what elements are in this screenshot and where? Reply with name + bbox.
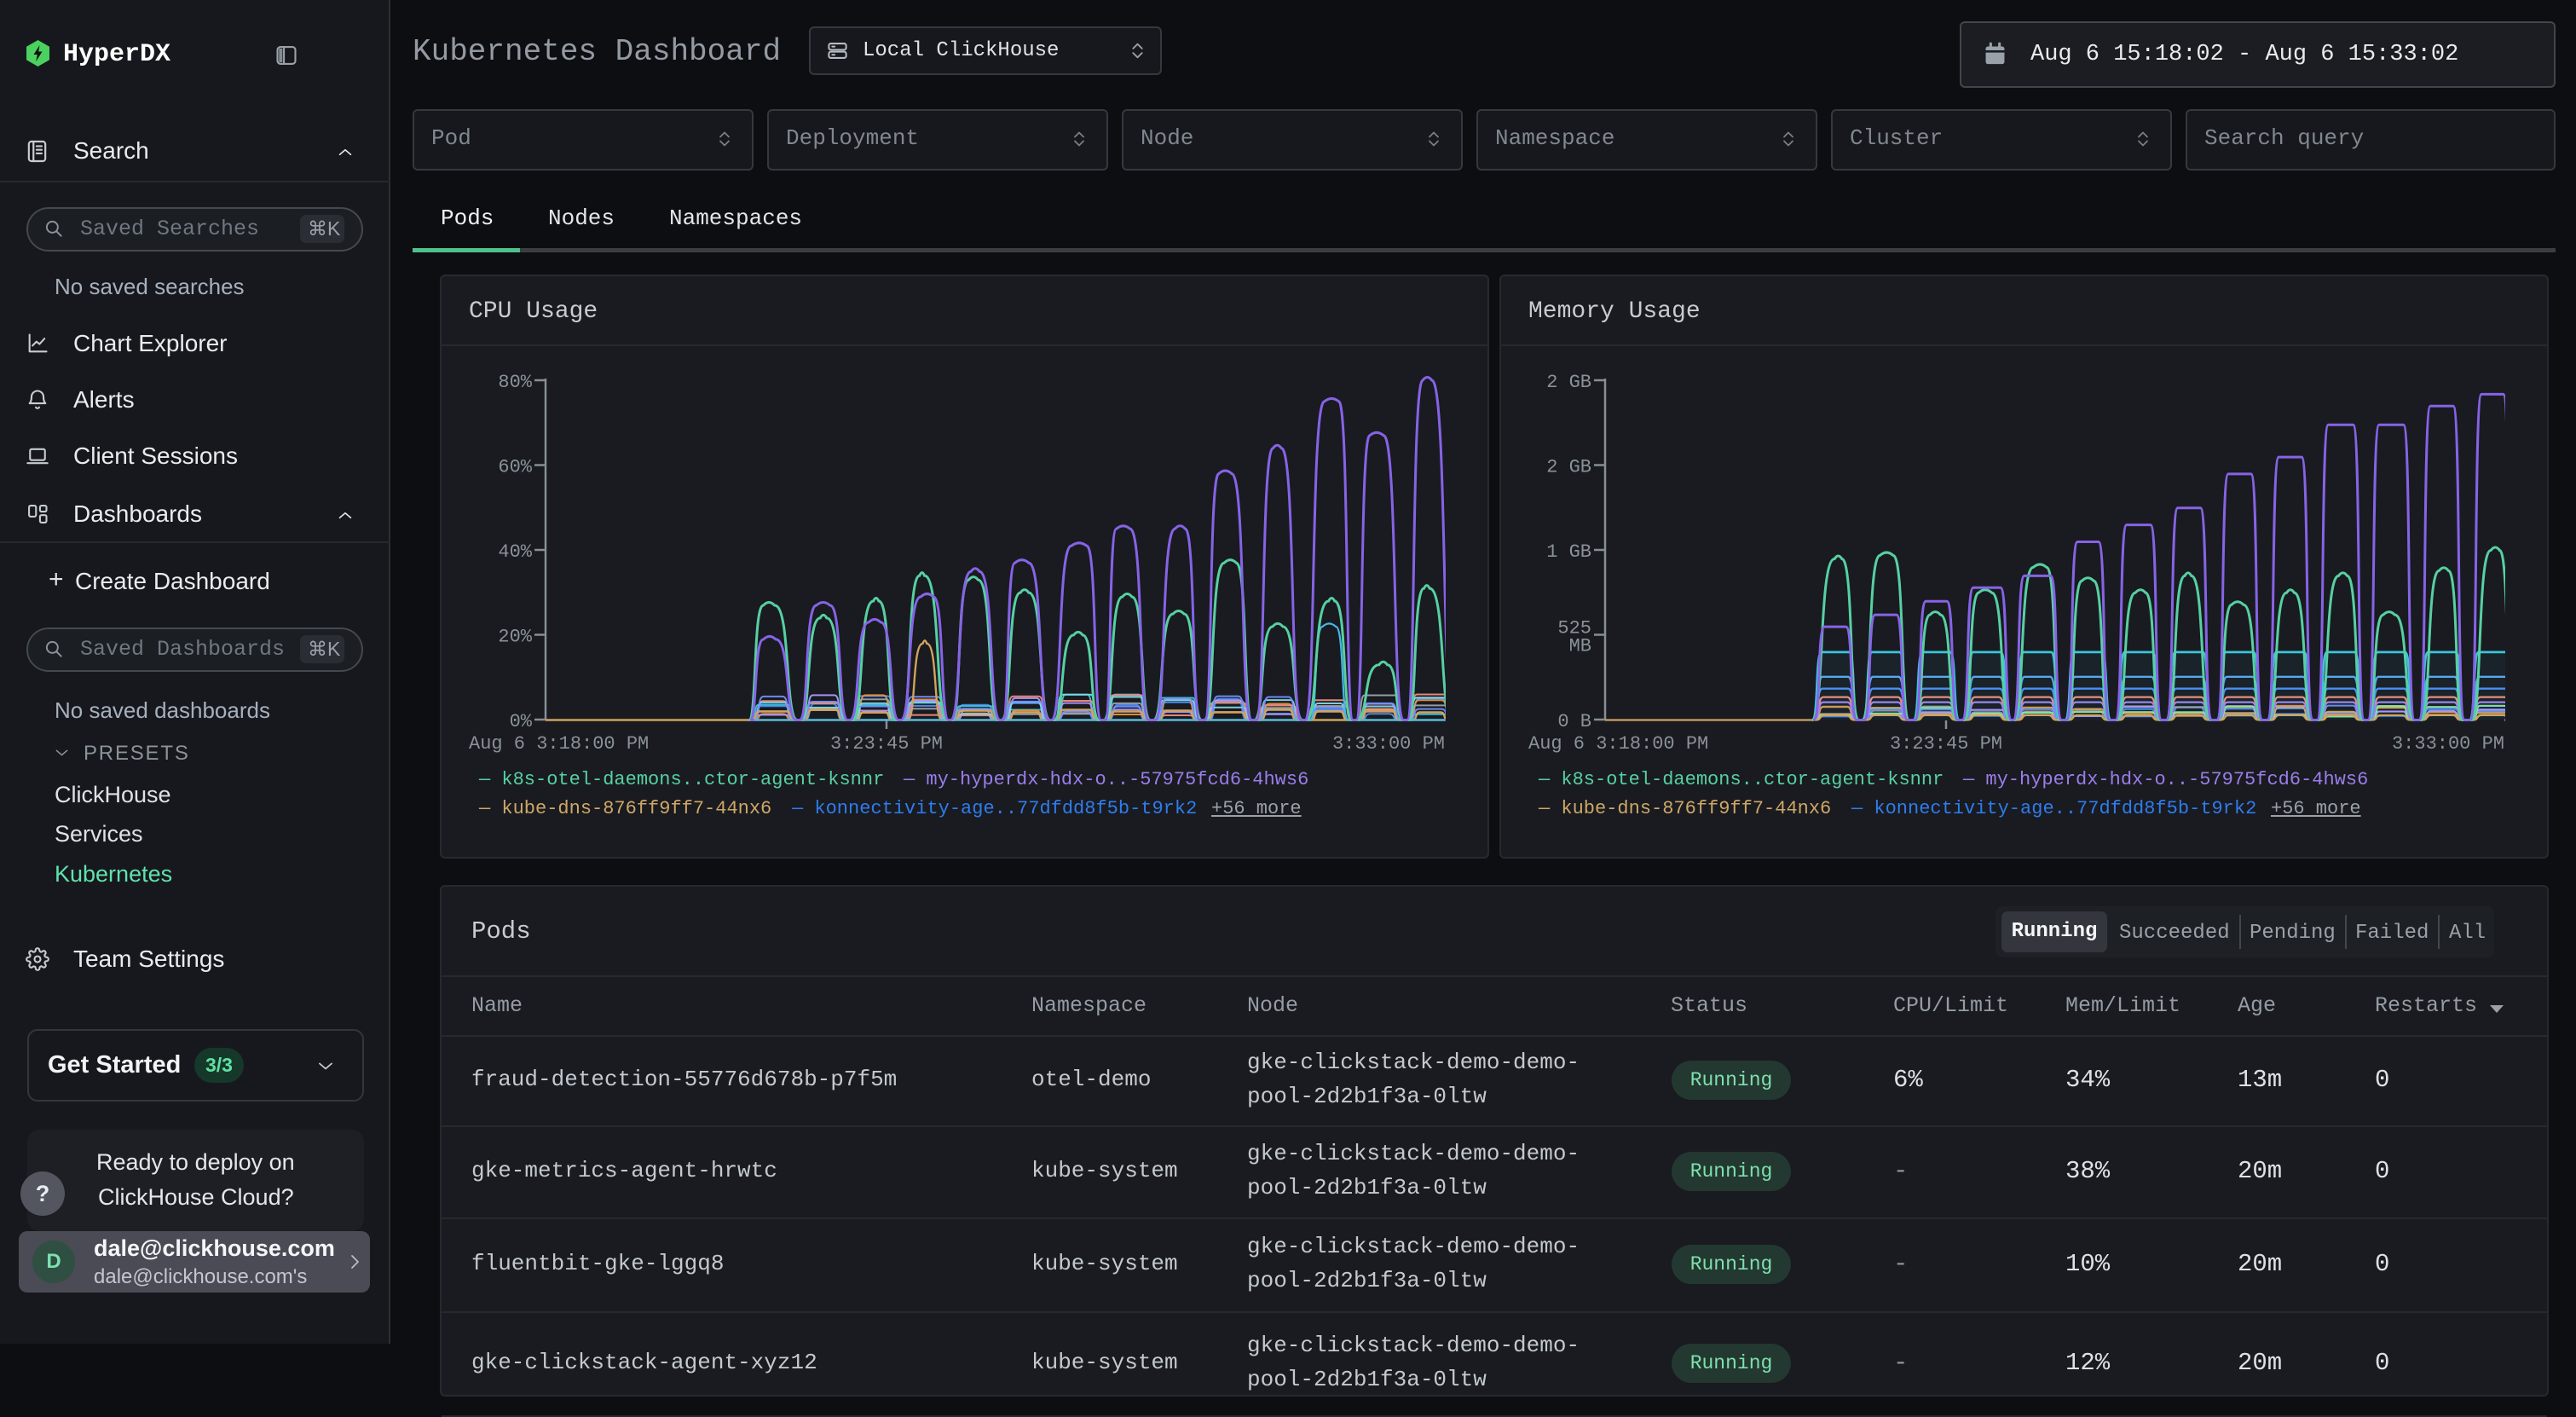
svg-text:40%: 40% — [498, 541, 532, 563]
svg-text:2 GB: 2 GB — [1546, 457, 1591, 478]
svg-text:3:23:45 PM: 3:23:45 PM — [830, 733, 943, 755]
svg-text:0 B: 0 B — [1557, 711, 1591, 732]
svg-text:Aug 6 3:18:00 PM: Aug 6 3:18:00 PM — [1528, 733, 1708, 755]
svg-text:Aug 6 3:18:00 PM: Aug 6 3:18:00 PM — [469, 733, 649, 755]
svg-text:3:33:00 PM: 3:33:00 PM — [1332, 733, 1445, 755]
svg-text:80%: 80% — [498, 372, 532, 393]
svg-text:2 GB: 2 GB — [1546, 372, 1591, 393]
svg-text:20%: 20% — [498, 627, 532, 648]
svg-text:0%: 0% — [510, 711, 533, 732]
svg-text:3:23:45 PM: 3:23:45 PM — [1890, 733, 2002, 755]
svg-text:MB: MB — [1569, 636, 1591, 657]
svg-text:1 GB: 1 GB — [1546, 541, 1591, 563]
svg-text:60%: 60% — [498, 457, 532, 478]
svg-text:3:33:00 PM: 3:33:00 PM — [2392, 733, 2504, 755]
